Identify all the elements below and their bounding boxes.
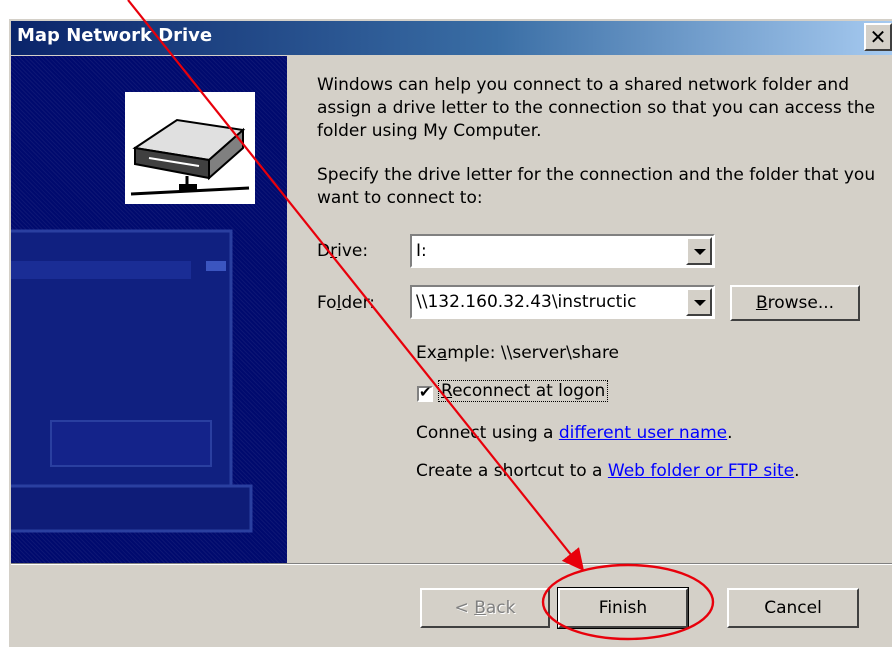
- wizard-content: Windows can help you connect to a shared…: [287, 56, 892, 563]
- browse-button[interactable]: Browse...: [730, 285, 860, 321]
- title-bar: Map Network Drive ✕: [11, 21, 892, 55]
- drive-label: Drive:: [317, 241, 369, 261]
- web-folder-ftp-link[interactable]: Web folder or FTP site: [608, 461, 794, 481]
- back-button[interactable]: < Back: [420, 588, 550, 628]
- dropdown-arrow-icon[interactable]: [686, 237, 712, 265]
- wizard-illustration: [11, 56, 287, 563]
- different-user-name-link[interactable]: different user name: [559, 423, 727, 443]
- close-button[interactable]: ✕: [864, 23, 892, 51]
- cancel-button[interactable]: Cancel: [727, 588, 859, 628]
- intro-text: Windows can help you connect to a shared…: [317, 75, 876, 141]
- finish-button[interactable]: Finish: [557, 587, 689, 629]
- example-text: Example: \\server\share: [416, 343, 620, 363]
- footer-separator: [11, 563, 892, 565]
- drive-value: I:: [416, 241, 427, 261]
- reconnect-label[interactable]: Reconnect at logon: [437, 380, 609, 402]
- dropdown-arrow-icon[interactable]: [686, 288, 712, 316]
- folder-combo[interactable]: \\132.160.32.43\instructic: [410, 285, 715, 319]
- create-shortcut-line: Create a shortcut to a Web folder or FTP…: [416, 461, 800, 481]
- computer-illustration: [11, 92, 255, 533]
- close-icon: ✕: [869, 25, 887, 49]
- instruction-text: Specify the drive letter for the connect…: [317, 165, 876, 208]
- map-network-drive-dialog: Map Network Drive ✕ Windows can help you…: [7, 17, 892, 647]
- folder-label: Folder:: [317, 293, 375, 313]
- checkmark-icon: ✔: [419, 383, 432, 401]
- connect-different-user-line: Connect using a different user name.: [416, 423, 733, 443]
- drive-select[interactable]: I:: [410, 234, 715, 268]
- folder-value: \\132.160.32.43\instructic: [416, 292, 637, 312]
- network-drive-icon: [125, 92, 255, 204]
- window-title: Map Network Drive: [17, 25, 213, 46]
- reconnect-checkbox[interactable]: ✔: [417, 383, 433, 402]
